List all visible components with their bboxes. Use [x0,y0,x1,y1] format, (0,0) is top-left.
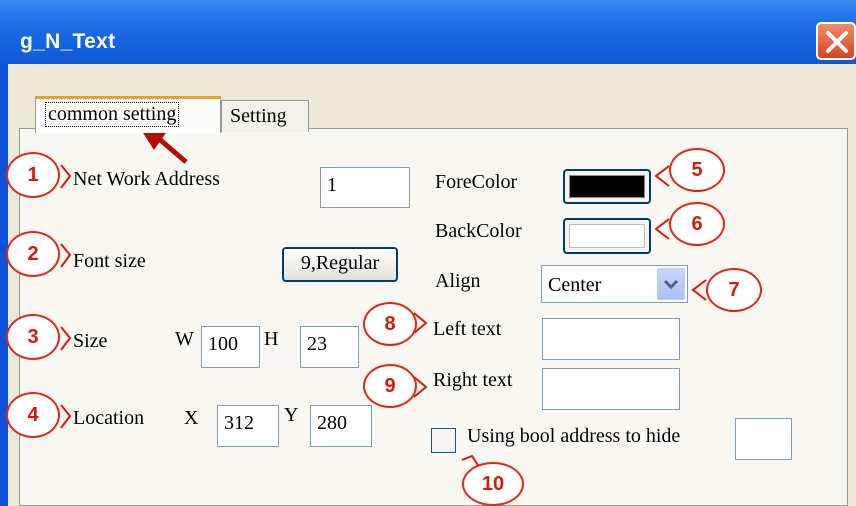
callout-pointers [60,125,707,471]
callout-badge-4: 4 [6,392,60,438]
tab-common-setting[interactable]: common setting [35,96,221,133]
callout-badge-1: 1 [6,152,60,198]
callout-badge-2: 2 [6,231,60,277]
tab-common-setting-label: common setting [45,102,180,127]
callout-badge-8: 8 [363,302,417,346]
callout-badge-6: 6 [669,202,725,246]
callout-badge-3: 3 [6,314,60,360]
callout-badge-10: 10 [462,462,524,506]
callout-badge-9: 9 [363,364,417,408]
callout-badge-5: 5 [669,148,725,192]
callout-badge-7: 7 [706,268,762,312]
